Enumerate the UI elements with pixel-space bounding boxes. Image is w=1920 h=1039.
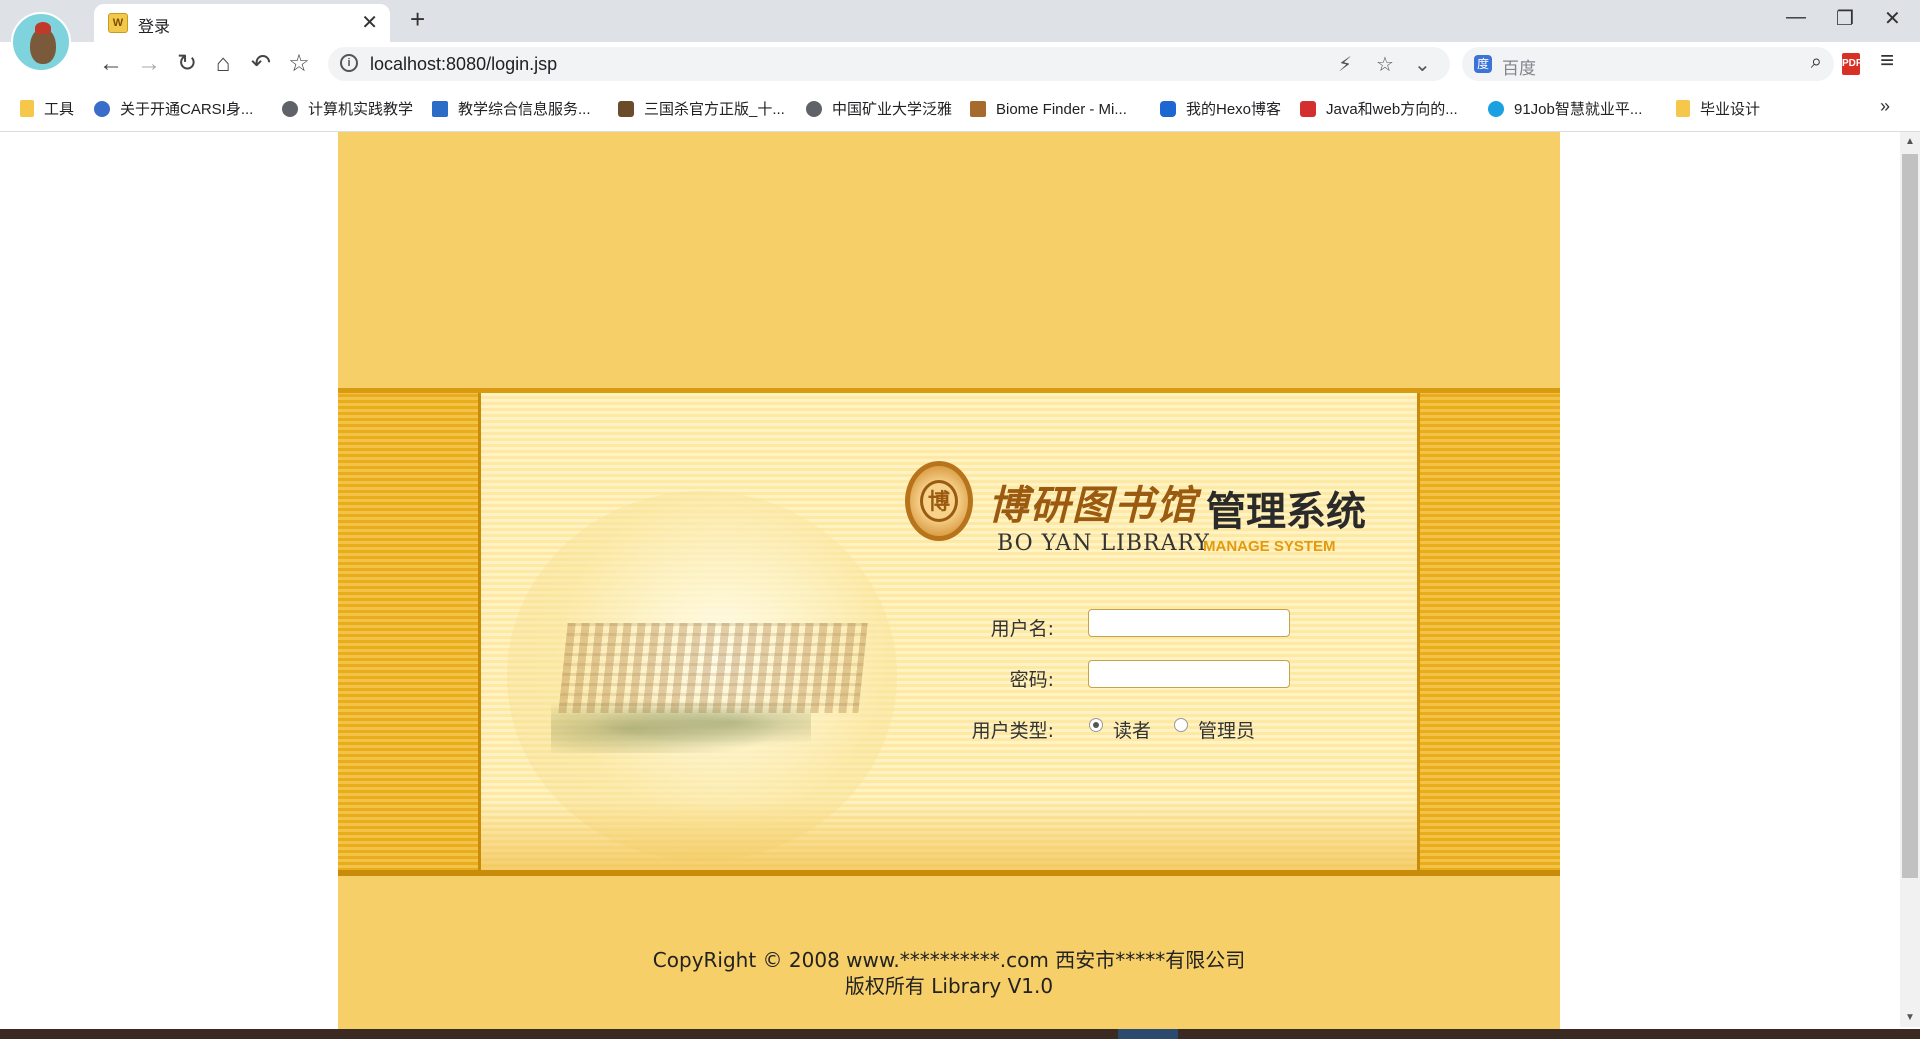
bookmark-star-icon[interactable]: ☆ <box>284 49 314 79</box>
lightning-icon[interactable]: ⚡ <box>1338 52 1352 77</box>
box-icon <box>970 101 986 117</box>
bookmark-item[interactable]: Java和web方向的... <box>1300 98 1458 122</box>
copyright-line: CopyRight © 2008 www.**********.com 西安市*… <box>652 948 1246 972</box>
csdn-icon <box>1300 101 1316 117</box>
usertype-label: 用户类型: <box>971 720 1054 742</box>
browser-tab[interactable]: W 登录 ✕ <box>94 4 390 42</box>
bookmark-label: Biome Finder - Mi... <box>996 101 1127 118</box>
restore-icon[interactable]: ❐ <box>1836 6 1854 31</box>
banner-bottom-border <box>338 870 1560 876</box>
username-label: 用户名: <box>990 618 1054 640</box>
bookmark-item[interactable]: 91Job智慧就业平... <box>1488 98 1642 122</box>
site-info-icon[interactable]: i <box>340 54 358 72</box>
home-icon[interactable]: ⌂ <box>208 49 238 79</box>
tab-strip: W 登录 ✕ + — ❐ ✕ <box>0 0 1920 42</box>
bookmark-item[interactable]: 三国杀官方正版_十... <box>618 98 785 122</box>
bookmark-label: 中国矿业大学泛雅 <box>832 101 953 118</box>
pdf-extension-icon[interactable]: PDF <box>1842 53 1862 75</box>
scroll-thumb[interactable] <box>1902 154 1918 878</box>
globe-icon <box>806 101 822 117</box>
favorite-star-icon[interactable]: ☆ <box>1376 52 1394 77</box>
hexo-icon <box>1160 101 1176 117</box>
menu-icon[interactable]: ≡ <box>1880 47 1894 75</box>
bookmark-label: 教学综合信息服务... <box>458 101 591 118</box>
hedgehog-hat-icon <box>35 22 51 34</box>
taskbar-active-item[interactable] <box>1118 1029 1178 1039</box>
system-title: 管理系统 <box>1206 489 1366 535</box>
address-bar[interactable]: i localhost:8080/login.jsp ⚡ ☆ ⌄ <box>328 47 1450 81</box>
carsi-icon <box>94 101 110 117</box>
search-box[interactable]: 度 百度 ⌕ <box>1462 47 1834 81</box>
tab-close-icon[interactable]: ✕ <box>361 10 378 35</box>
minimize-icon[interactable]: — <box>1786 6 1806 29</box>
folder-icon <box>20 100 34 117</box>
bookmark-item[interactable]: 中国矿业大学泛雅 <box>806 98 952 122</box>
bookmark-item[interactable]: Biome Finder - Mi... <box>970 98 1127 122</box>
bookmarks-bar: 工具 关于开通CARSI身... 计算机实践教学 教学综合信息服务... 三国杀… <box>0 87 1920 132</box>
login-page: 博 博研图书馆 管理系统 BO YAN LIBRARY MANAGE SYSTE… <box>338 132 1560 1039</box>
folder-icon <box>1676 100 1690 117</box>
undo-icon[interactable]: ↶ <box>246 49 276 79</box>
page-scrollbar[interactable]: ▲ ▼ <box>1900 132 1920 1027</box>
password-label: 密码: <box>1009 669 1054 691</box>
window-close-icon[interactable]: ✕ <box>1884 6 1901 31</box>
search-placeholder[interactable]: 百度 <box>1502 54 1536 79</box>
ball-icon <box>1488 101 1504 117</box>
admin-radio-label[interactable]: 管理员 <box>1198 716 1255 743</box>
bookmark-label: 91Job智慧就业平... <box>1514 101 1643 118</box>
bookmark-item[interactable]: 教学综合信息服务... <box>432 98 591 122</box>
os-taskbar <box>0 1029 1920 1039</box>
admin-radio[interactable] <box>1174 718 1188 732</box>
username-input[interactable] <box>1088 609 1290 637</box>
browser-toolbar: ← → ↻ ⌂ ↶ ☆ i localhost:8080/login.jsp ⚡… <box>0 42 1920 87</box>
scroll-up-icon[interactable]: ▲ <box>1905 136 1915 147</box>
library-favicon-icon: W <box>108 13 128 33</box>
reload-icon[interactable]: ↻ <box>172 49 202 79</box>
seal-character: 博 <box>920 480 958 522</box>
system-english-subtitle: MANAGE SYSTEM <box>1203 538 1336 555</box>
bookmark-label: Java和web方向的... <box>1326 101 1458 118</box>
login-panel: 博 博研图书馆 管理系统 BO YAN LIBRARY MANAGE SYSTE… <box>478 393 1420 870</box>
reader-radio[interactable] <box>1089 718 1103 732</box>
reader-radio-label[interactable]: 读者 <box>1113 716 1151 743</box>
chevron-down-icon[interactable]: ⌄ <box>1414 52 1431 77</box>
search-icon[interactable]: ⌕ <box>1811 51 1822 74</box>
forward-icon[interactable]: → <box>134 49 164 79</box>
tab-title: 登录 <box>138 19 171 36</box>
more-bookmarks-icon[interactable]: » <box>1880 96 1890 117</box>
bookmark-item[interactable]: 计算机实践教学 <box>282 98 413 122</box>
bookmark-label: 计算机实践教学 <box>308 101 414 118</box>
library-english-name: BO YAN LIBRARY <box>997 531 1210 556</box>
bookmark-label: 工具 <box>44 101 75 118</box>
scroll-down-icon[interactable]: ▼ <box>1905 1012 1915 1023</box>
bookmark-label: 毕业设计 <box>1700 101 1761 118</box>
globe-icon <box>282 101 298 117</box>
bookmark-item[interactable]: 毕业设计 <box>1676 98 1760 122</box>
bookmark-label: 我的Hexo博客 <box>1186 101 1282 118</box>
password-input[interactable] <box>1088 660 1290 688</box>
trees-image <box>551 693 811 753</box>
baidu-icon: 度 <box>1474 55 1492 73</box>
panel-glow <box>481 800 1417 870</box>
bookmark-item[interactable]: 我的Hexo博客 <box>1160 98 1281 122</box>
library-seal-logo: 博 <box>905 461 973 541</box>
version-line: 版权所有 Library V1.0 <box>844 974 1054 998</box>
back-icon[interactable]: ← <box>96 49 126 79</box>
bookmark-item[interactable]: 工具 <box>20 98 74 122</box>
sanguosha-icon <box>618 101 634 117</box>
stack-icon <box>432 101 448 117</box>
bookmark-label: 关于开通CARSI身... <box>120 101 254 118</box>
bookmark-label: 三国杀官方正版_十... <box>644 101 785 118</box>
profile-avatar[interactable] <box>11 12 71 72</box>
new-tab-icon[interactable]: + <box>410 4 425 35</box>
bookmark-item[interactable]: 关于开通CARSI身... <box>94 98 253 122</box>
library-name-calligraphy: 博研图书馆 <box>988 482 1198 529</box>
url-text[interactable]: localhost:8080/login.jsp <box>370 54 557 75</box>
